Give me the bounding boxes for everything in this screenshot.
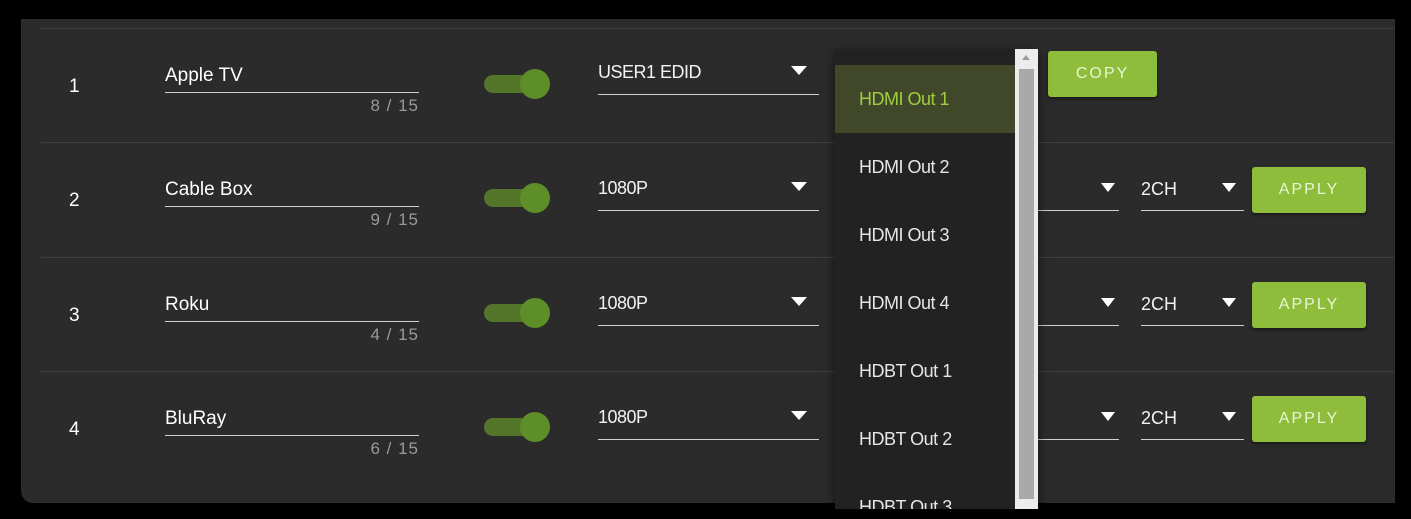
table-row: 2 Cable Box 9 / 15 1080P 2CH APPLY	[21, 143, 1395, 257]
caret-down-icon	[1222, 298, 1236, 307]
name-underline	[165, 321, 419, 322]
dropdown-option[interactable]: HDMI Out 4	[835, 269, 1015, 337]
select-underline	[598, 94, 819, 95]
enable-toggle[interactable]	[484, 298, 550, 328]
select-underline	[1141, 439, 1244, 440]
edid-select-value: 1080P	[598, 407, 648, 427]
enable-toggle[interactable]	[484, 69, 550, 99]
channel-select[interactable]: 2CH	[1141, 396, 1244, 440]
name-input[interactable]: Cable Box	[165, 178, 419, 202]
name-field[interactable]: Roku 4 / 15	[165, 293, 419, 345]
dropdown-scrollbar[interactable]	[1015, 49, 1038, 509]
select-underline	[1141, 325, 1244, 326]
name-underline	[165, 206, 419, 207]
channel-select-value: 2CH	[1141, 179, 1178, 199]
dropdown-option[interactable]: HDBT Out 1	[835, 337, 1015, 405]
enable-toggle[interactable]	[484, 412, 550, 442]
enable-toggle[interactable]	[484, 183, 550, 213]
name-input[interactable]: Apple TV	[165, 64, 419, 88]
name-field[interactable]: BluRay 6 / 15	[165, 407, 419, 459]
caret-down-icon	[791, 66, 807, 75]
name-field[interactable]: Apple TV 8 / 15	[165, 64, 419, 116]
edid-select[interactable]: USER1 EDID	[598, 51, 819, 95]
caret-down-icon	[791, 297, 807, 306]
caret-down-icon	[1101, 412, 1115, 421]
name-underline	[165, 435, 419, 436]
char-counter: 9 / 15	[370, 210, 419, 229]
dropdown-option[interactable]: HDMI Out 1	[835, 65, 1015, 133]
select-underline	[598, 439, 819, 440]
edid-select-value: USER1 EDID	[598, 62, 702, 82]
name-input[interactable]: BluRay	[165, 407, 419, 431]
toggle-knob	[520, 412, 550, 442]
channel-select-value: 2CH	[1141, 294, 1178, 314]
edid-select[interactable]: 1080P	[598, 396, 819, 440]
edid-panel: 1 Apple TV 8 / 15 USER1 EDID COPY 2 Cabl…	[21, 19, 1395, 503]
toggle-knob	[520, 183, 550, 213]
apply-button[interactable]: APPLY	[1252, 396, 1366, 442]
char-counter: 4 / 15	[370, 325, 419, 344]
select-underline	[598, 210, 819, 211]
channel-select-value: 2CH	[1141, 408, 1178, 428]
dropdown-option[interactable]: HDBT Out 3	[835, 473, 1015, 509]
row-number: 3	[69, 305, 80, 326]
apply-button[interactable]: APPLY	[1252, 282, 1366, 328]
name-field[interactable]: Cable Box 9 / 15	[165, 178, 419, 230]
edid-select-value: 1080P	[598, 178, 648, 198]
edid-select[interactable]: 1080P	[598, 282, 819, 326]
output-dropdown-menu[interactable]: HDMI Out 1 HDMI Out 2 HDMI Out 3 HDMI Ou…	[835, 49, 1038, 509]
row-number: 4	[69, 419, 80, 440]
name-underline	[165, 92, 419, 93]
table-row: 3 Roku 4 / 15 1080P 2CH APPLY	[21, 258, 1395, 372]
caret-down-icon	[791, 182, 807, 191]
edid-select-value: 1080P	[598, 293, 648, 313]
row-number: 1	[69, 76, 80, 97]
dropdown-option[interactable]: HDMI Out 2	[835, 133, 1015, 201]
channel-select[interactable]: 2CH	[1141, 167, 1244, 211]
row-number: 2	[69, 190, 80, 211]
dropdown-option[interactable]: HDBT Out 2	[835, 405, 1015, 473]
select-underline	[1141, 210, 1244, 211]
name-input[interactable]: Roku	[165, 293, 419, 317]
caret-down-icon	[1222, 412, 1236, 421]
table-row: 1 Apple TV 8 / 15 USER1 EDID COPY	[21, 29, 1395, 143]
caret-down-icon	[791, 411, 807, 420]
scroll-up-icon[interactable]	[1022, 55, 1030, 60]
toggle-knob	[520, 298, 550, 328]
dropdown-option[interactable]: HDMI Out 3	[835, 201, 1015, 269]
caret-down-icon	[1101, 298, 1115, 307]
edid-select[interactable]: 1080P	[598, 167, 819, 211]
scrollbar-thumb[interactable]	[1019, 69, 1034, 499]
toggle-knob	[520, 69, 550, 99]
table-row: 4 BluRay 6 / 15 1080P 2CH APPLY	[21, 372, 1395, 486]
channel-select[interactable]: 2CH	[1141, 282, 1244, 326]
select-underline	[598, 325, 819, 326]
char-counter: 8 / 15	[370, 96, 419, 115]
copy-button[interactable]: COPY	[1048, 51, 1157, 97]
caret-down-icon	[1101, 183, 1115, 192]
apply-button[interactable]: APPLY	[1252, 167, 1366, 213]
char-counter: 6 / 15	[370, 439, 419, 458]
caret-down-icon	[1222, 183, 1236, 192]
